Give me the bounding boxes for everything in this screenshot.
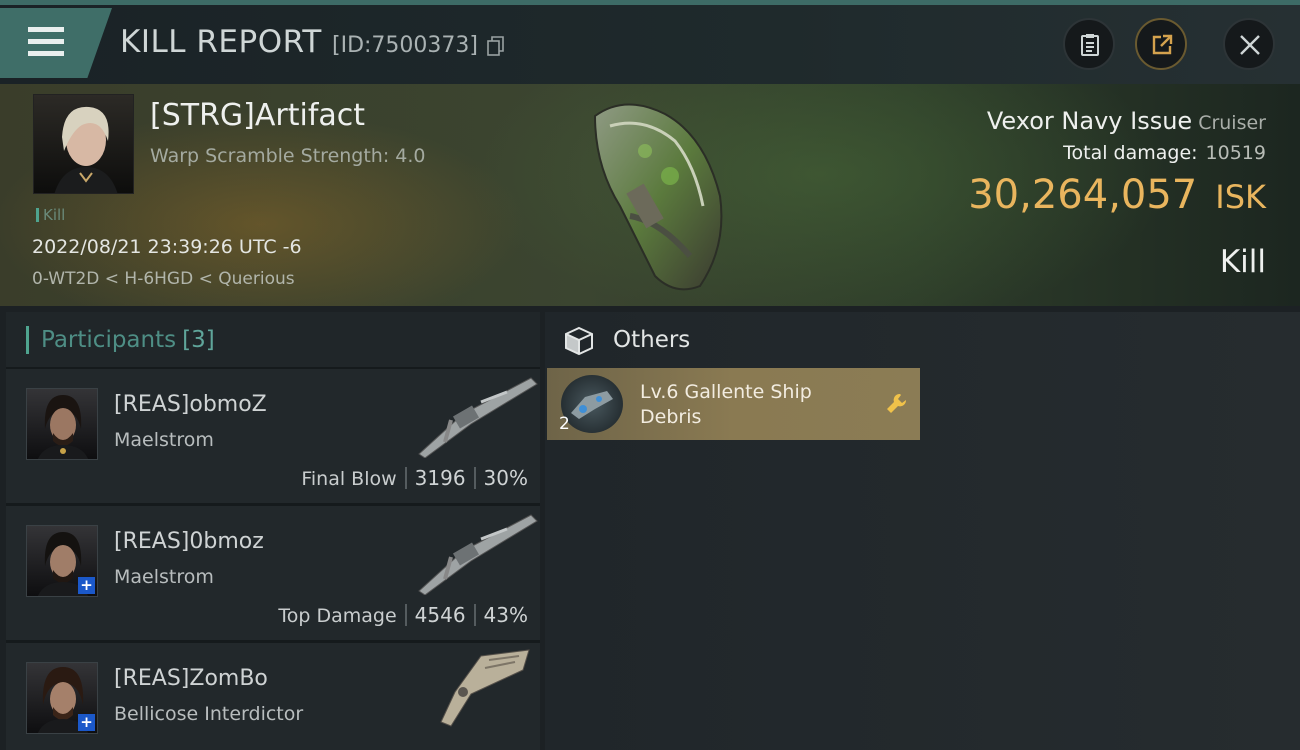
participant-ship: Bellicose Interdictor [114, 703, 304, 725]
participant-name[interactable]: [REAS]obmoZ [114, 392, 267, 417]
plus-icon: + [78, 714, 95, 731]
participants-count: [3] [182, 327, 215, 353]
share-icon [1152, 34, 1173, 55]
participant-row[interactable]: [REAS]obmoZ Maelstrom Final Blow 3196 30% [6, 369, 540, 503]
item-quantity: 2 [559, 414, 570, 434]
pilot-name[interactable]: [STRG]Artifact [150, 98, 365, 133]
participant-row[interactable]: + [REAS]0bmoz Maelstrom Top Damage 4546 43… [6, 506, 540, 640]
participant-ship: Maelstrom [114, 429, 214, 451]
plus-icon: + [78, 577, 95, 594]
header-accent [26, 326, 29, 354]
participant-percent: 43% [483, 603, 528, 627]
total-damage-value: 10519 [1205, 142, 1266, 164]
others-header: Others [545, 312, 1300, 367]
participants-panel[interactable]: Participants [3] [REAS]obmoZ Maelstrom Fi… [6, 312, 540, 750]
kill-datetime: 2022/08/21 23:39:26 UTC -6 [32, 236, 302, 258]
share-button[interactable] [1135, 18, 1187, 70]
victim-ship[interactable]: Vexor Navy Issue Cruiser [987, 107, 1266, 135]
participant-percent: 30% [483, 466, 528, 490]
isk-value: 30,264,057 [968, 172, 1198, 218]
participant-ship: Maelstrom [114, 566, 214, 588]
clipboard-button[interactable] [1063, 18, 1115, 70]
item-thumbnail [561, 375, 623, 433]
copy-icon[interactable] [487, 36, 505, 56]
dropped-item[interactable]: 2 Lv.6 Gallente Ship Debris [547, 368, 920, 440]
victim-ship-name: Vexor Navy Issue [986, 107, 1193, 135]
participant-stats: Final Blow 3196 30% [301, 466, 528, 490]
report-id: [ID:7500373] [332, 33, 478, 58]
avatar[interactable]: + [26, 662, 98, 734]
kill-location[interactable]: 0-WT2D < H-6HGD < Querious [32, 269, 295, 289]
kill-tag: Kill [36, 206, 65, 224]
isk-unit: ISK [1215, 178, 1266, 216]
isk-value-row: 30,264,057 ISK [968, 172, 1266, 218]
participant-row[interactable]: + [REAS]ZomBo Bellicose Interdictor [6, 643, 540, 750]
weapon-icon [418, 514, 538, 595]
participant-damage: 3196 [414, 466, 466, 490]
participant-stat-label: Top Damage [278, 605, 397, 627]
avatar[interactable] [26, 388, 98, 460]
pilot-portrait[interactable] [33, 94, 134, 194]
warp-scramble-strength: Warp Scramble Strength: 4.0 [150, 145, 426, 167]
avatar[interactable]: + [26, 525, 98, 597]
close-button[interactable] [1223, 18, 1275, 70]
total-damage: Total damage: 10519 [1063, 142, 1266, 164]
wrench-icon [887, 393, 907, 413]
total-damage-label: Total damage: [1063, 142, 1198, 164]
participant-stat-label: Final Blow [301, 468, 397, 490]
page-title: KILL REPORT [120, 24, 322, 60]
victim-ship-image [593, 103, 723, 291]
others-title: Others [613, 327, 691, 353]
kill-summary: [STRG]Artifact Warp Scramble Strength: 4… [0, 84, 1300, 306]
box-icon [565, 326, 593, 356]
participant-damage: 4546 [414, 603, 466, 627]
menu-button[interactable] [0, 8, 112, 78]
participant-stats: Top Damage 4546 43% [278, 603, 528, 627]
victim-ship-class: Cruiser [1198, 112, 1266, 134]
close-icon [1240, 35, 1260, 55]
top-bar: KILL REPORT [ID:7500373] [0, 0, 1300, 84]
participants-header: Participants [3] [6, 312, 540, 367]
participant-name[interactable]: [REAS]ZomBo [114, 666, 268, 691]
participant-name[interactable]: [REAS]0bmoz [114, 529, 264, 554]
participants-title: Participants [41, 327, 177, 353]
weapon-icon [418, 377, 538, 458]
kill-result: Kill [1219, 244, 1266, 280]
clipboard-icon [1081, 34, 1099, 56]
item-name: Lv.6 Gallente Ship Debris [640, 381, 812, 428]
ship-icon [440, 649, 530, 727]
others-panel: Others 2 Lv.6 Gallente Ship Debris [545, 312, 1300, 750]
